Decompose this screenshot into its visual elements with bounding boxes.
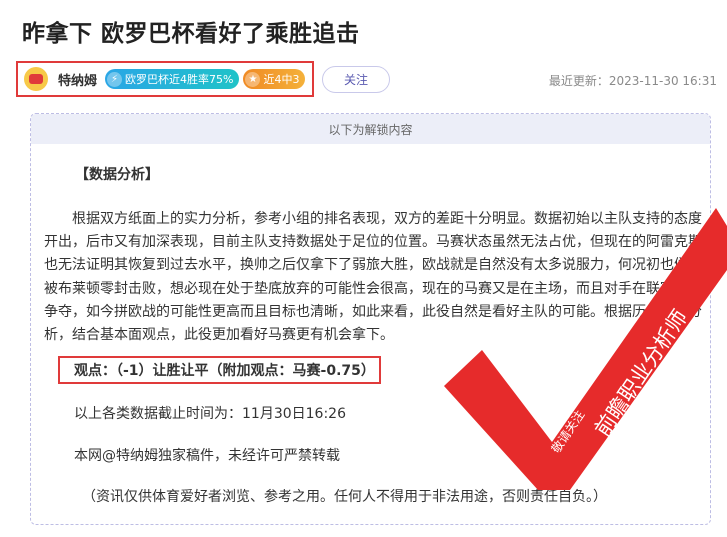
article-title: 昨拿下 欧罗巴杯看好了乘胜追击 [22, 21, 360, 47]
last-updated: 最近更新：2023-11-30 16:31 [548, 74, 717, 88]
follow-button[interactable]: 关注 [322, 66, 390, 93]
lightning-icon: ⚡ [107, 71, 123, 87]
streak-badge-label: 近4中3 [263, 73, 300, 86]
unlock-header: 以下为解锁内容 [31, 114, 710, 144]
data-deadline: 以上各类数据截止时间为：11月30日16:26 [74, 406, 346, 422]
last-updated-label: 最近更新 [548, 74, 597, 88]
winrate-badge: ⚡ 欧罗巴杯近4胜率75% [105, 69, 240, 89]
disclaimer: （资讯仅供体育爱好者浏览、参考之用。任何人不得用于非法用途，否则责任自负。） [82, 489, 607, 505]
author-avatar[interactable] [24, 67, 48, 91]
star-icon: ★ [245, 71, 261, 87]
section-title: 【数据分析】 [75, 167, 159, 183]
analysis-paragraph: 根据双方纸面上的实力分析，参考小组的排名表现，双方的差距十分明显。数据初始以主队… [44, 211, 702, 344]
last-updated-time: 2023-11-30 16:31 [608, 74, 717, 88]
winrate-badge-label: 欧罗巴杯近4胜率75% [125, 73, 234, 86]
viewpoint-box: 观点：（-1）让胜让平（附加观点：马赛-0.75） [58, 356, 381, 384]
copyright-notice: 本网@特纳姆独家稿件，未经许可严禁转载 [74, 448, 340, 464]
author-info-box: 特纳姆 ⚡ 欧罗巴杯近4胜率75% ★ 近4中3 [16, 61, 314, 97]
author-name[interactable]: 特纳姆 [58, 70, 97, 89]
unlocked-content-box: 以下为解锁内容 【数据分析】 根据双方纸面上的实力分析，参考小组的排名表现，双方… [30, 113, 711, 525]
streak-badge: ★ 近4中3 [243, 69, 306, 89]
